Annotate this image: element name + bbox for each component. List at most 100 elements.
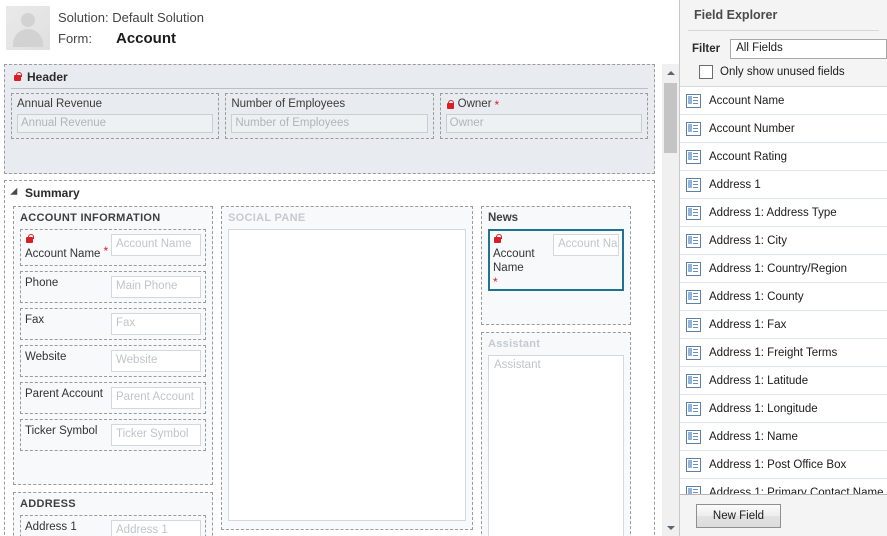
- field-input[interactable]: Main Phone: [111, 276, 201, 298]
- field-label: Fax: [25, 313, 111, 327]
- lock-icon: [25, 234, 34, 244]
- scroll-up-button[interactable]: [662, 64, 679, 81]
- list-item-label: Address 1: Address Type: [709, 206, 837, 219]
- field-label: Number of Employees: [231, 97, 427, 112]
- list-item[interactable]: Address 1: Country/Region: [680, 255, 887, 283]
- section-account-information[interactable]: ACCOUNT INFORMATION Account Name * Accou…: [13, 206, 213, 485]
- only-unused-fields-checkbox[interactable]: [699, 65, 713, 79]
- avatar: [6, 6, 50, 50]
- canvas-vertical-scrollbar[interactable]: [661, 64, 679, 536]
- field-label: Account Name *: [25, 234, 111, 261]
- field-label-text: Address 1: [25, 521, 77, 533]
- list-item[interactable]: Address 1: Fax: [680, 311, 887, 339]
- scroll-down-button[interactable]: [662, 519, 679, 536]
- field-input[interactable]: Website: [111, 350, 201, 372]
- field-label: Website: [25, 350, 111, 364]
- required-marker: *: [493, 275, 498, 289]
- field-list[interactable]: Account Name Account Number Account Rati…: [680, 87, 887, 494]
- header-field-owner[interactable]: Owner * Owner: [439, 93, 648, 139]
- list-item[interactable]: Account Number: [680, 115, 887, 143]
- field-label: Address 1: [25, 520, 111, 534]
- section-assistant[interactable]: Assistant Assistant: [481, 332, 631, 536]
- list-item-label: Account Name: [709, 94, 785, 107]
- field-row-phone[interactable]: Phone Main Phone: [20, 271, 206, 303]
- field-explorer-title: Field Explorer: [680, 0, 887, 30]
- list-item[interactable]: Address 1: Name: [680, 423, 887, 451]
- field-input[interactable]: Fax: [111, 313, 201, 335]
- list-item-label: Address 1: Freight Terms: [709, 346, 838, 359]
- list-item[interactable]: Address 1: Post Office Box: [680, 451, 887, 479]
- summary-column-2: SOCIAL PANE: [221, 206, 473, 530]
- field-row-address-1[interactable]: Address 1 Address 1: [20, 515, 206, 536]
- new-field-button[interactable]: New Field: [696, 503, 781, 528]
- field-row-parent-account[interactable]: Parent Account Parent Account: [20, 382, 206, 414]
- assistant-body[interactable]: Assistant: [488, 355, 624, 536]
- header-tab-spacer: [5, 139, 654, 173]
- header-field-annual-revenue[interactable]: Annual Revenue Annual Revenue: [11, 93, 220, 139]
- scrollbar-thumb[interactable]: [664, 83, 677, 153]
- section-drop-area[interactable]: [20, 456, 206, 476]
- field-icon: [686, 401, 701, 416]
- field-label-text: Ticker Symbol: [25, 425, 98, 437]
- list-item[interactable]: Address 1: Address Type: [680, 199, 887, 227]
- form-canvas[interactable]: Header Annual Revenue Annual Revenue Num…: [0, 64, 661, 536]
- field-icon: [686, 457, 701, 472]
- list-item[interactable]: Account Name: [680, 87, 887, 115]
- list-item-label: Address 1: Primary Contact Name: [709, 486, 884, 495]
- field-row-account-name[interactable]: Account Name * Account Name: [20, 229, 206, 266]
- list-item[interactable]: Address 1: Freight Terms: [680, 339, 887, 367]
- field-input[interactable]: Number of Employees: [231, 114, 428, 133]
- required-marker: *: [103, 244, 109, 258]
- field-input[interactable]: Annual Revenue: [17, 114, 214, 133]
- field-input[interactable]: Owner: [445, 114, 642, 133]
- list-item-label: Address 1: County: [709, 290, 804, 303]
- field-row-website[interactable]: Website Website: [20, 345, 206, 377]
- field-input[interactable]: Account Nam: [553, 234, 619, 256]
- summary-body: ACCOUNT INFORMATION Account Name * Accou…: [5, 204, 654, 536]
- list-item-label: Address 1: Post Office Box: [709, 458, 847, 471]
- section-news[interactable]: News Account Name * Account Nam: [481, 206, 631, 325]
- section-title: ADDRESS: [20, 498, 76, 510]
- summary-tab-title[interactable]: Summary: [5, 181, 654, 204]
- form-line: Form: Account: [58, 28, 204, 50]
- list-item[interactable]: Address 1: Primary Contact Name: [680, 479, 887, 494]
- chevron-collapse-icon[interactable]: [10, 187, 21, 199]
- header-field-number-of-employees[interactable]: Number of Employees Number of Employees: [225, 93, 434, 139]
- field-input[interactable]: Address 1: [111, 520, 201, 536]
- section-title: Assistant: [488, 338, 541, 350]
- section-title: ACCOUNT INFORMATION: [20, 212, 161, 224]
- summary-column-1: ACCOUNT INFORMATION Account Name * Accou…: [13, 206, 213, 536]
- section-social-pane[interactable]: SOCIAL PANE: [221, 206, 473, 530]
- list-item[interactable]: Address 1: [680, 171, 887, 199]
- list-item[interactable]: Address 1: Longitude: [680, 395, 887, 423]
- field-icon: [686, 93, 701, 108]
- list-item[interactable]: Address 1: City: [680, 227, 887, 255]
- field-row-news-account-name[interactable]: Account Name * Account Nam: [488, 229, 624, 291]
- field-input[interactable]: Account Name: [111, 234, 201, 256]
- summary-column-3: News Account Name * Account Nam: [481, 206, 631, 536]
- section-drop-area[interactable]: [488, 296, 624, 316]
- summary-tab[interactable]: Summary ACCOUNT INFORMATION Account Name: [4, 180, 655, 536]
- section-title: News: [488, 212, 519, 224]
- field-row-fax[interactable]: Fax Fax: [20, 308, 206, 340]
- section-address[interactable]: ADDRESS Address 1 Address 1: [13, 492, 213, 536]
- list-item-label: Address 1: Country/Region: [709, 262, 848, 275]
- field-icon: [686, 345, 701, 360]
- field-input[interactable]: Ticker Symbol: [111, 424, 201, 446]
- list-item[interactable]: Address 1: Latitude: [680, 367, 887, 395]
- header-tab[interactable]: Header Annual Revenue Annual Revenue Num…: [4, 64, 655, 174]
- field-label-text: Owner: [457, 98, 492, 110]
- list-item[interactable]: Address 1: County: [680, 283, 887, 311]
- social-pane-body[interactable]: [228, 229, 466, 521]
- filter-select[interactable]: All Fields: [730, 39, 887, 59]
- field-label-text: Account Name: [25, 248, 101, 260]
- form-title-strip: Solution: Default Solution Form: Account: [0, 0, 679, 64]
- list-item[interactable]: Account Rating: [680, 143, 887, 171]
- title-lines: Solution: Default Solution Form: Account: [58, 4, 204, 50]
- only-unused-fields-row[interactable]: Only show unused fields: [680, 59, 887, 86]
- field-row-ticker-symbol[interactable]: Ticker Symbol Ticker Symbol: [20, 419, 206, 451]
- field-icon: [686, 429, 701, 444]
- field-input[interactable]: Parent Account: [111, 387, 201, 409]
- field-icon: [686, 177, 701, 192]
- form-designer-pane: Solution: Default Solution Form: Account…: [0, 0, 679, 536]
